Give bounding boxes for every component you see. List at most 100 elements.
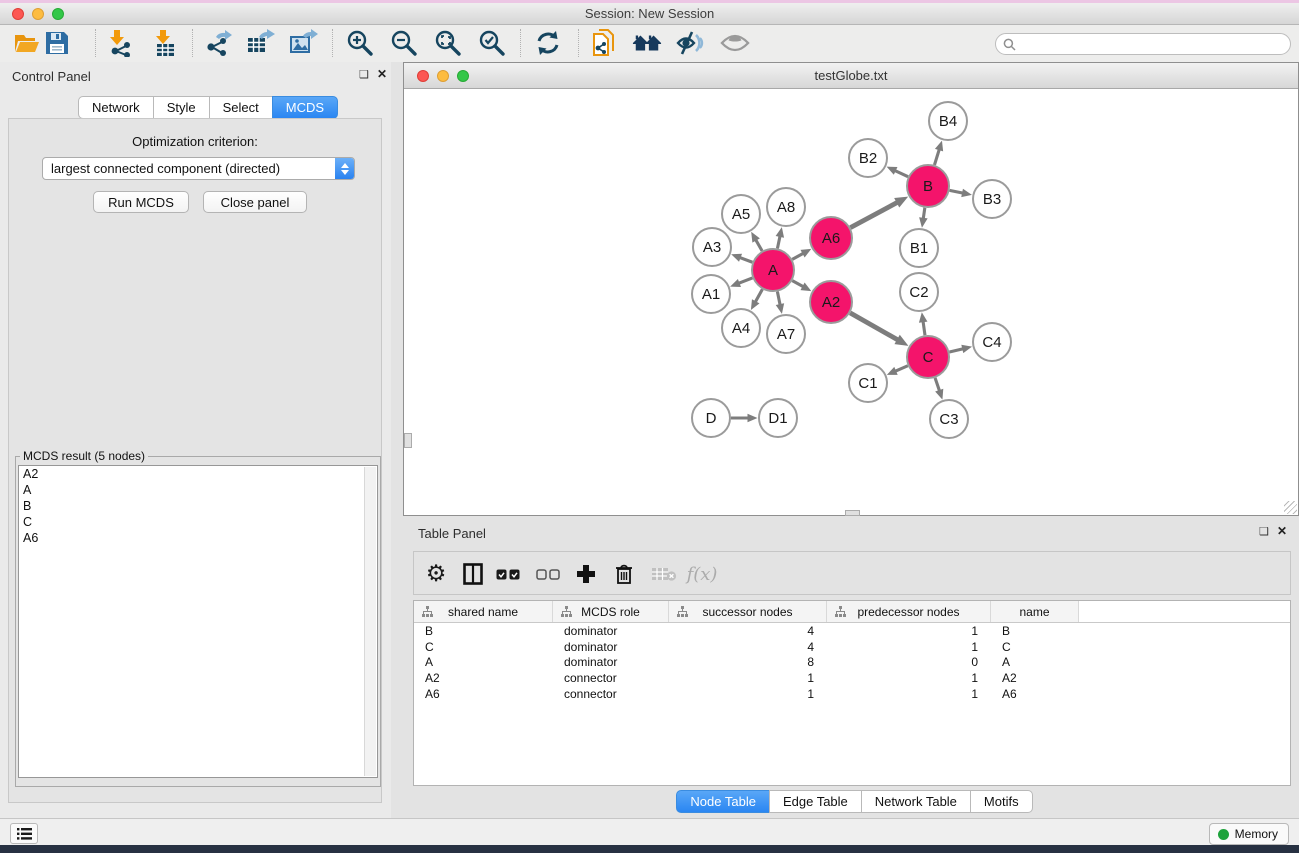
- import-network-icon[interactable]: [105, 28, 135, 58]
- result-item-a2[interactable]: A2: [19, 466, 377, 482]
- cell: B: [991, 624, 1079, 638]
- cell: A: [414, 655, 553, 669]
- edge-arrowhead: [748, 414, 758, 423]
- export-table-icon[interactable]: [245, 28, 275, 58]
- edge-B-B3[interactable]: [950, 190, 964, 193]
- graph-node-label-A2: A2: [822, 294, 840, 311]
- toolbar-separator: [332, 29, 333, 57]
- criterion-value: largest connected component (directed): [43, 161, 335, 176]
- result-item-b[interactable]: B: [19, 498, 377, 514]
- save-session-icon[interactable]: [42, 28, 72, 58]
- clone-network-icon[interactable]: [589, 28, 619, 58]
- table-tab-network-table[interactable]: Network Table: [861, 790, 971, 813]
- table-tab-edge-table[interactable]: Edge Table: [769, 790, 862, 813]
- column-header-name[interactable]: name: [991, 601, 1079, 622]
- edge-arrowhead: [731, 254, 742, 262]
- table-row[interactable]: A2connector11A2: [414, 670, 1290, 686]
- table-tab-node-table[interactable]: Node Table: [676, 790, 770, 813]
- graph-node-label-A5: A5: [732, 206, 750, 223]
- zoom-out-icon[interactable]: [389, 28, 419, 58]
- tab-mcds[interactable]: MCDS: [272, 96, 338, 119]
- run-mcds-button[interactable]: Run MCDS: [93, 191, 189, 213]
- edge-A-A5[interactable]: [756, 240, 762, 251]
- edge-C-C3[interactable]: [935, 378, 939, 391]
- cell: A6: [991, 687, 1079, 701]
- graph-node-label-A7: A7: [777, 326, 795, 343]
- zoom-fit-icon[interactable]: [433, 28, 463, 58]
- graph-node-label-A3: A3: [703, 239, 721, 256]
- list-icon: [17, 828, 32, 840]
- show-hide-eye-icon[interactable]: [720, 28, 750, 58]
- open-session-icon[interactable]: [12, 28, 42, 58]
- network-window-title: testGlobe.txt: [404, 68, 1298, 83]
- task-history-button[interactable]: [10, 823, 38, 844]
- graph-node-label-A6: A6: [822, 230, 840, 247]
- column-header-shared-name[interactable]: shared name: [414, 601, 553, 622]
- table-row[interactable]: Cdominator41C: [414, 639, 1290, 655]
- table-tab-motifs[interactable]: Motifs: [970, 790, 1033, 813]
- table-row[interactable]: A6connector11A6: [414, 686, 1290, 702]
- refresh-view-icon[interactable]: [533, 28, 563, 58]
- create-column-icon[interactable]: [571, 559, 601, 589]
- memory-button[interactable]: Memory: [1209, 823, 1289, 845]
- result-item-a6[interactable]: A6: [19, 530, 377, 546]
- edge-A-A7[interactable]: [777, 292, 780, 306]
- show-column-icon[interactable]: [458, 559, 488, 589]
- edge-A-A3[interactable]: [740, 257, 753, 262]
- select-all-columns-icon[interactable]: [493, 559, 523, 589]
- tab-style[interactable]: Style: [153, 96, 210, 119]
- graphics-details-icon[interactable]: [675, 28, 705, 58]
- reset-panels-home-icon[interactable]: [632, 28, 662, 58]
- network-canvas[interactable]: B4B2BB3A8A5A6A3B1AC2A1A2A4A7C4CC1DD1C3: [405, 89, 1298, 515]
- edge-A6-B[interactable]: [850, 202, 897, 227]
- table-row[interactable]: Adominator80A: [414, 654, 1290, 670]
- edge-B-B2[interactable]: [895, 170, 908, 176]
- edge-C-C1[interactable]: [895, 366, 908, 372]
- column-header-MCDS-role[interactable]: MCDS role: [553, 601, 669, 622]
- criterion-dropdown[interactable]: largest connected component (directed): [42, 157, 355, 180]
- edge-arrowhead: [961, 189, 972, 197]
- edge-C-C2[interactable]: [923, 321, 925, 335]
- import-table-icon[interactable]: [150, 28, 180, 58]
- export-image-icon[interactable]: [288, 28, 318, 58]
- memory-status-icon: [1218, 829, 1229, 840]
- resize-grip[interactable]: [1284, 501, 1297, 514]
- tab-network[interactable]: Network: [78, 96, 154, 119]
- cell: connector: [553, 671, 669, 685]
- result-scrollbar[interactable]: [364, 467, 376, 776]
- table-float-icon[interactable]: ❑: [1259, 525, 1269, 538]
- edge-A-A4[interactable]: [755, 289, 762, 302]
- edge-A-A8[interactable]: [777, 236, 780, 249]
- edge-A-A6[interactable]: [792, 253, 803, 259]
- edge-A2-C[interactable]: [850, 313, 898, 340]
- table-toolbar: ⚙ f(x): [413, 551, 1291, 595]
- zoom-in-icon[interactable]: [345, 28, 375, 58]
- graph-node-label-A: A: [768, 262, 778, 279]
- edge-B-B1[interactable]: [923, 208, 925, 219]
- result-item-c[interactable]: C: [19, 514, 377, 530]
- column-header-predecessor-nodes[interactable]: predecessor nodes: [827, 601, 991, 622]
- table-row[interactable]: Bdominator41B: [414, 623, 1290, 639]
- edge-arrowhead: [919, 312, 928, 322]
- unselect-all-columns-icon[interactable]: [533, 559, 563, 589]
- table-options-icon[interactable]: ⚙: [421, 559, 451, 589]
- cell: connector: [553, 687, 669, 701]
- edge-B-B4[interactable]: [934, 149, 939, 165]
- column-header-successor-nodes[interactable]: successor nodes: [669, 601, 827, 622]
- float-panel-icon[interactable]: ❑: [359, 68, 369, 81]
- export-network-icon[interactable]: [203, 28, 233, 58]
- close-panel-button[interactable]: Close panel: [203, 191, 307, 213]
- tab-select[interactable]: Select: [209, 96, 273, 119]
- delete-columns-icon[interactable]: [609, 559, 639, 589]
- cell: C: [414, 640, 553, 654]
- zoom-selected-icon[interactable]: [477, 28, 507, 58]
- result-item-a[interactable]: A: [19, 482, 377, 498]
- left-scroll-thumb[interactable]: [404, 433, 412, 448]
- bottom-scroll-thumb[interactable]: [845, 510, 860, 516]
- edge-C-C4[interactable]: [949, 349, 963, 352]
- close-panel-icon[interactable]: ✕: [377, 67, 387, 81]
- edge-A-A2[interactable]: [792, 281, 803, 287]
- table-close-icon[interactable]: ✕: [1277, 524, 1287, 538]
- search-input[interactable]: [1016, 37, 1290, 51]
- edge-A-A1[interactable]: [739, 278, 753, 283]
